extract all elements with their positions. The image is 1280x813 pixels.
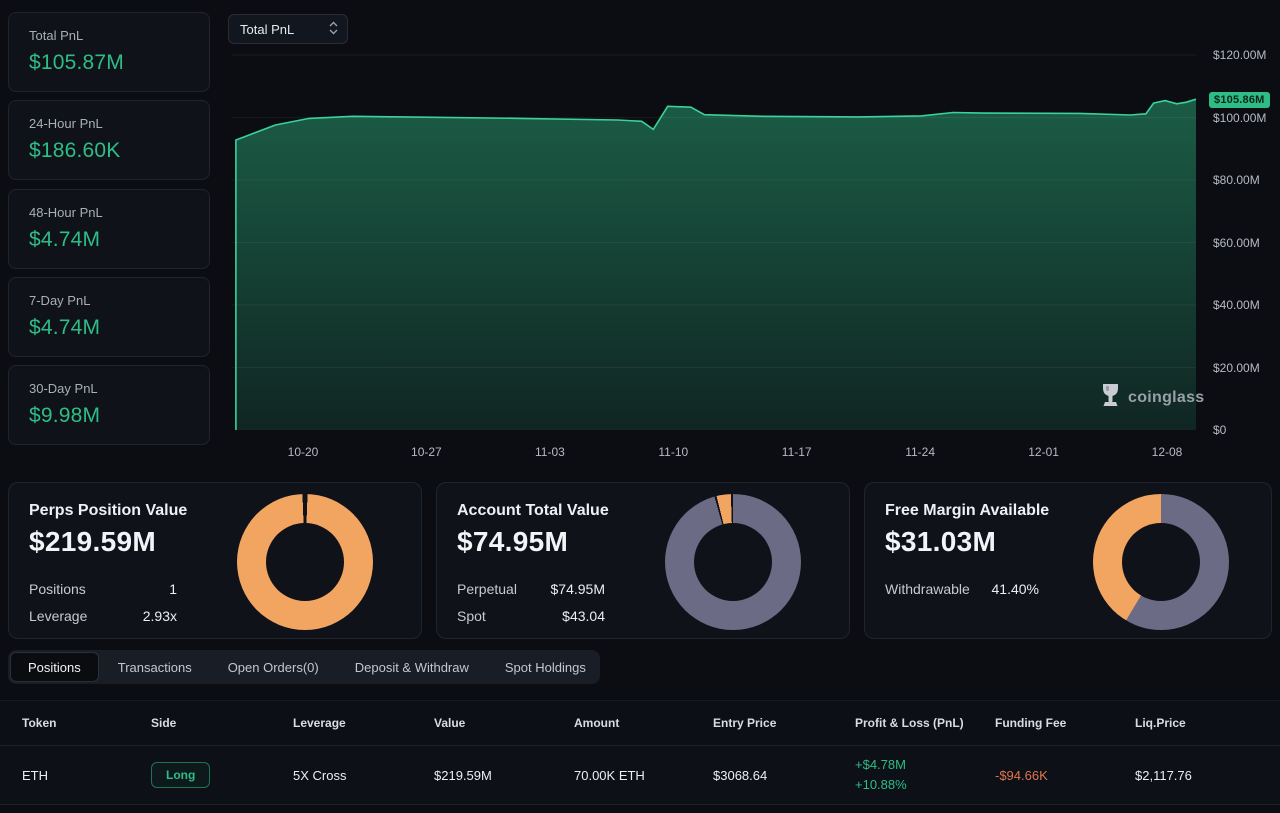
stat-label: 30-Day PnL <box>29 381 189 396</box>
tab-transactions[interactable]: Transactions <box>101 652 209 682</box>
detail-value: 41.40% <box>992 581 1039 597</box>
col-header-pnl: Profit & Loss (PnL) <box>855 716 995 730</box>
stat-value: $9.98M <box>29 404 189 428</box>
card-value: $219.59M <box>29 526 156 558</box>
x-axis-tick: 11-24 <box>905 445 935 459</box>
cell-amount: 70.00K ETH <box>574 768 713 783</box>
metric-select-value: Total PnL <box>240 22 294 37</box>
cell-value: $219.59M <box>434 768 574 783</box>
x-axis-tick: 12-01 <box>1028 445 1059 459</box>
stat-label: 24-Hour PnL <box>29 116 189 131</box>
stat-card-30d-pnl: 30-Day PnL $9.98M <box>8 365 210 445</box>
card-title: Free Margin Available <box>885 502 1049 520</box>
col-header-entry-price: Entry Price <box>713 716 855 730</box>
stat-card-total-pnl: Total PnL $105.87M <box>8 12 210 92</box>
y-axis-tick: $40.00M <box>1213 298 1260 312</box>
col-header-liq-price: Liq.Price <box>1135 716 1280 730</box>
coinglass-logo-icon <box>1100 383 1121 413</box>
stat-card-48h-pnl: 48-Hour PnL $4.74M <box>8 189 210 269</box>
account-total-donut-chart <box>665 494 801 630</box>
card-value: $31.03M <box>885 526 996 558</box>
x-axis-tick: 10-27 <box>411 445 442 459</box>
card-detail-rows: Withdrawable 41.40% <box>885 575 1039 602</box>
cell-side: Long <box>151 762 293 788</box>
cell-entry-price: $3068.64 <box>713 768 855 783</box>
stat-value: $4.74M <box>29 228 189 252</box>
section-tabbar: Positions Transactions Open Orders(0) De… <box>8 650 600 684</box>
card-value: $74.95M <box>457 526 568 558</box>
account-total-value-card: Account Total Value $74.95M Perpetual $74… <box>436 482 850 639</box>
tab-deposit-withdraw[interactable]: Deposit & Withdraw <box>338 652 486 682</box>
stat-value: $4.74M <box>29 316 189 340</box>
positions-table: Token Side Leverage Value Amount Entry P… <box>0 700 1280 805</box>
table-header-row: Token Side Leverage Value Amount Entry P… <box>0 700 1280 746</box>
pnl-area-plot[interactable] <box>232 55 1196 430</box>
y-axis-tick: $80.00M <box>1213 173 1260 187</box>
cell-leverage: 5X Cross <box>293 768 434 783</box>
pnl-chart-panel: Total PnL $120.00M $100.00M $80.00M $60.… <box>220 0 1280 470</box>
coinglass-watermark: coinglass <box>1100 383 1205 413</box>
pnl-amount: +$4.78M <box>855 755 995 775</box>
col-header-amount: Amount <box>574 716 713 730</box>
y-axis-tick: $60.00M <box>1213 236 1260 250</box>
free-margin-donut-chart <box>1093 494 1229 630</box>
watermark-label: coinglass <box>1128 389 1205 407</box>
card-detail-rows: Perpetual $74.95M Spot $43.04 <box>457 575 605 629</box>
detail-label: Perpetual <box>457 581 517 597</box>
detail-value: $74.95M <box>551 581 605 597</box>
card-title: Perps Position Value <box>29 502 187 520</box>
pnl-area-chart <box>232 55 1196 430</box>
detail-label: Withdrawable <box>885 581 970 597</box>
y-axis-tick: $0 <box>1213 423 1226 437</box>
detail-label: Positions <box>29 581 86 597</box>
tab-spot-holdings[interactable]: Spot Holdings <box>488 652 603 682</box>
stat-label: Total PnL <box>29 28 189 43</box>
x-axis-tick: 11-10 <box>658 445 688 459</box>
x-axis-tick: 11-03 <box>535 445 565 459</box>
stat-card-7d-pnl: 7-Day PnL $4.74M <box>8 277 210 357</box>
stat-label: 7-Day PnL <box>29 293 189 308</box>
current-value-badge: $105.86M <box>1209 92 1270 108</box>
card-title: Account Total Value <box>457 502 609 520</box>
col-header-funding-fee: Funding Fee <box>995 716 1135 730</box>
detail-value: 1 <box>169 581 177 597</box>
cell-token: ETH <box>22 768 151 783</box>
col-header-value: Value <box>434 716 574 730</box>
y-axis-tick: $120.00M <box>1213 48 1266 62</box>
stat-label: 48-Hour PnL <box>29 205 189 220</box>
detail-label: Leverage <box>29 608 87 624</box>
metric-select-dropdown[interactable]: Total PnL <box>228 14 348 44</box>
detail-value: $43.04 <box>562 608 605 624</box>
col-header-token: Token <box>22 716 151 730</box>
cell-pnl: +$4.78M +10.88% <box>855 755 995 795</box>
detail-label: Spot <box>457 608 486 624</box>
cell-liq-price: $2,117.76 <box>1135 768 1280 783</box>
long-side-badge: Long <box>151 762 210 788</box>
tab-positions[interactable]: Positions <box>10 652 99 682</box>
col-header-leverage: Leverage <box>293 716 434 730</box>
y-axis-tick: $20.00M <box>1213 361 1260 375</box>
stat-value: $105.87M <box>29 51 189 75</box>
col-header-side: Side <box>151 716 293 730</box>
perps-position-donut-chart <box>237 494 373 630</box>
x-axis-tick: 10-20 <box>288 445 319 459</box>
chevron-updown-icon <box>329 21 338 38</box>
tab-open-orders[interactable]: Open Orders(0) <box>211 652 336 682</box>
free-margin-card: Free Margin Available $31.03M Withdrawab… <box>864 482 1272 639</box>
x-axis-tick: 12-08 <box>1152 445 1183 459</box>
cell-funding-fee: -$94.66K <box>995 768 1135 783</box>
detail-value: 2.93x <box>143 608 177 624</box>
x-axis-tick: 11-17 <box>782 445 812 459</box>
pnl-percent: +10.88% <box>855 775 995 795</box>
stat-card-24h-pnl: 24-Hour PnL $186.60K <box>8 100 210 180</box>
perps-position-value-card: Perps Position Value $219.59M Positions 1… <box>8 482 422 639</box>
card-detail-rows: Positions 1 Leverage 2.93x <box>29 575 177 629</box>
table-row[interactable]: ETH Long 5X Cross $219.59M 70.00K ETH $3… <box>0 746 1280 805</box>
y-axis-tick: $100.00M <box>1213 111 1266 125</box>
stat-value: $186.60K <box>29 139 189 163</box>
dashboard: Total PnL $105.87M 24-Hour PnL $186.60K … <box>0 0 1280 813</box>
